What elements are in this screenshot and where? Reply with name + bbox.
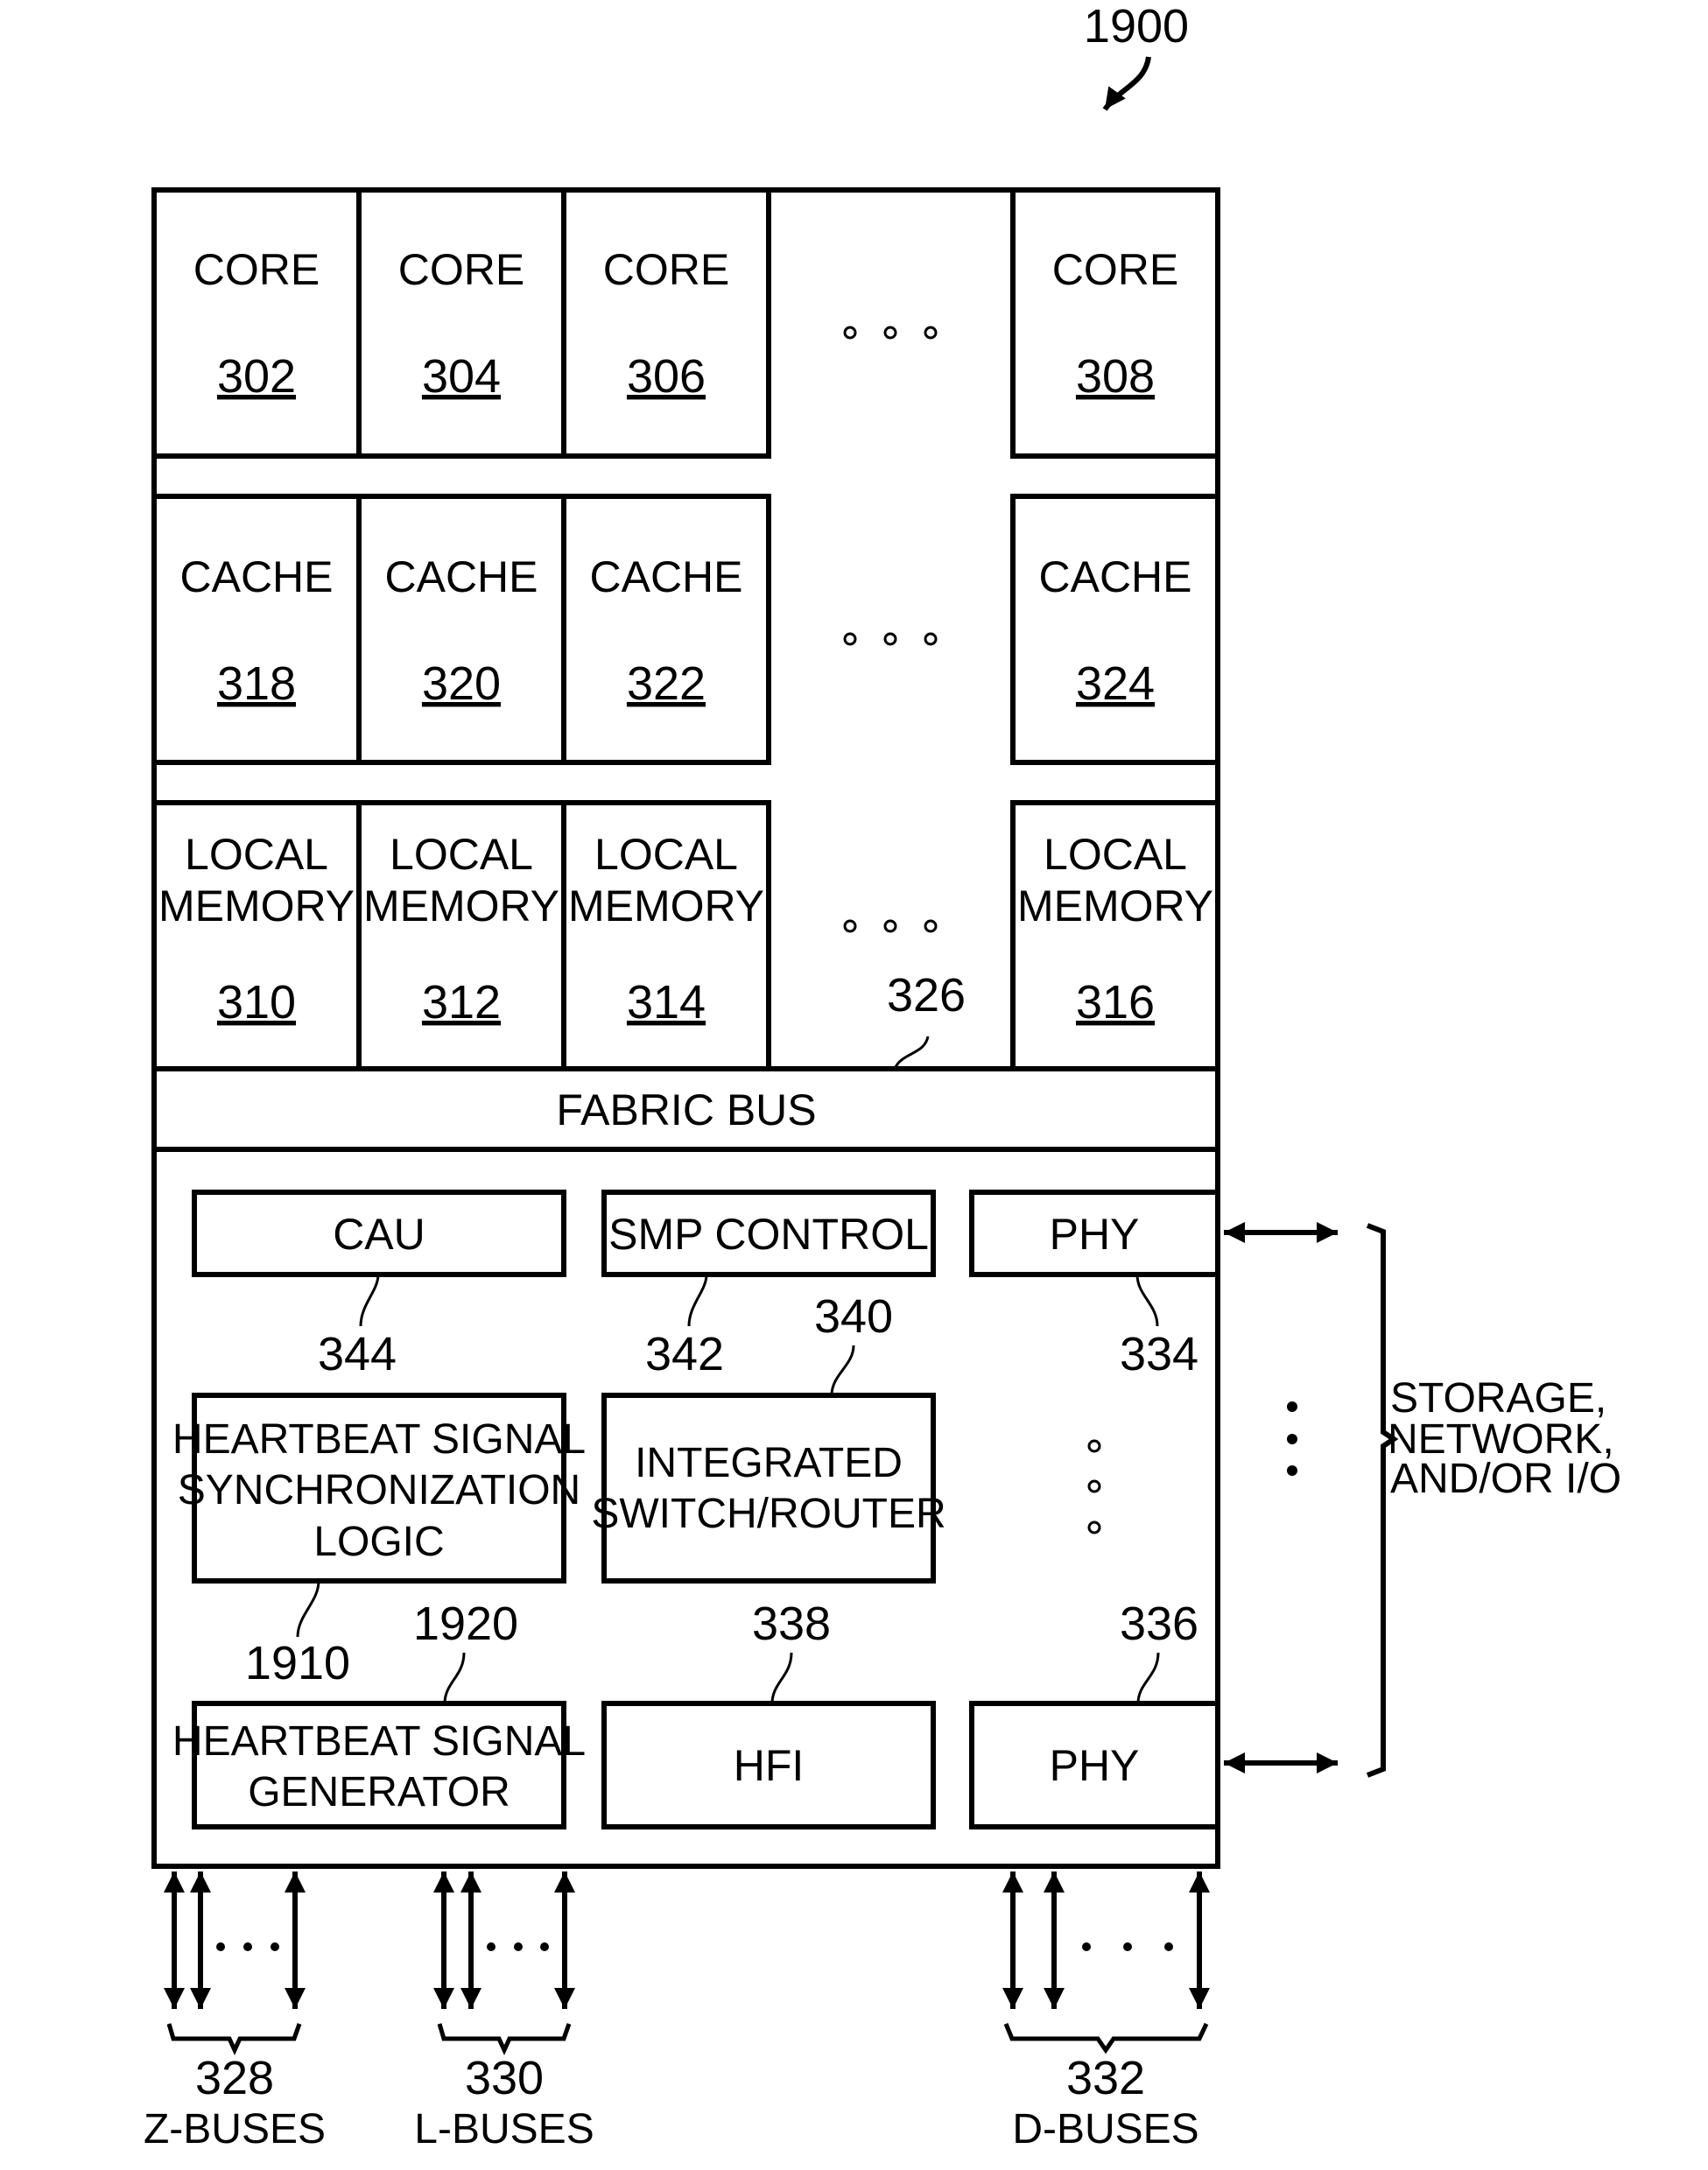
heartbeat-gen-ref: 1920 (413, 1598, 518, 1650)
l-bus-label: L-BUSES (414, 2106, 594, 2152)
core-302-label: CORE (193, 245, 320, 294)
memory-310-ref: 310 (217, 976, 296, 1029)
memory-312-line1: LOCAL (390, 830, 533, 879)
cache-318-label: CACHE (179, 552, 333, 601)
core-306-label: CORE (603, 245, 729, 294)
memory-310-line2: MEMORY (158, 881, 355, 931)
core-304-ref: 304 (422, 350, 501, 403)
heartbeat-sync-line2: SYNCHRONIZATION (178, 1467, 580, 1513)
heartbeat-gen-line1: HEARTBEAT SIGNAL (172, 1718, 586, 1765)
core-304 (356, 187, 566, 459)
z-bus-label: Z-BUSES (144, 2106, 326, 2152)
memory-316-line1: LOCAL (1044, 830, 1187, 879)
d-buses: 332 D-BUSES (1002, 1872, 1210, 2152)
core-306-ref: 306 (627, 350, 706, 403)
cache-322 (561, 494, 771, 765)
core-row: CORE 302 CORE 304 CORE 306 CORE 308 (151, 187, 1220, 459)
external-line3: AND/OR I/O (1390, 1456, 1621, 1502)
switch-line2: SWITCH/ROUTER (591, 1491, 945, 1537)
cache-318-ref: 318 (217, 657, 296, 710)
switch-router-box (601, 1393, 936, 1584)
cache-322-ref: 322 (627, 657, 706, 710)
bus-groups: 328 Z-BUSES 330 L-BUSES 332 D-BUSES (144, 1872, 1210, 2152)
figure-ref-arrow (1102, 56, 1151, 111)
external-line1: STORAGE, (1390, 1375, 1606, 1422)
memory-314-line2: MEMORY (568, 881, 764, 931)
core-304-label: CORE (398, 245, 524, 294)
core-308-label: CORE (1052, 245, 1178, 294)
cache-320-label: CACHE (384, 552, 538, 601)
fabric-bus-label: FABRIC BUS (556, 1085, 816, 1134)
cache-324-ref: 324 (1076, 657, 1155, 710)
heartbeat-sync-ref: 1910 (245, 1637, 350, 1689)
memory-314-line1: LOCAL (594, 830, 738, 879)
memory-314-ref: 314 (627, 976, 706, 1029)
cache-324 (1010, 494, 1220, 765)
core-308-ref: 308 (1076, 350, 1155, 403)
heartbeat-sync-line1: HEARTBEAT SIGNAL (172, 1416, 586, 1463)
cache-320-ref: 320 (422, 657, 501, 710)
hfi-ref: 338 (752, 1598, 831, 1650)
z-bus-brace (166, 2023, 302, 2055)
phy-top-ref: 334 (1120, 1328, 1198, 1380)
switch-line1: INTEGRATED (635, 1440, 903, 1486)
phy-bottom-ref: 336 (1120, 1598, 1198, 1650)
core-306 (561, 187, 771, 459)
vertical-dots-icon (1287, 1401, 1297, 1476)
memory-310-line1: LOCAL (185, 830, 328, 879)
cache-318 (151, 494, 362, 765)
heartbeat-sync-line3: LOGIC (313, 1519, 444, 1565)
hfi-label: HFI (734, 1741, 805, 1790)
cau-label: CAU (333, 1210, 425, 1259)
d-bus-ref: 332 (1066, 2052, 1145, 2104)
d-bus-brace (1003, 2022, 1209, 2054)
smp-control-ref: 342 (645, 1328, 724, 1380)
external-io: STORAGE, NETWORK, AND/OR I/O (1224, 1222, 1621, 1778)
d-bus-label: D-BUSES (1012, 2106, 1198, 2152)
z-buses: 328 Z-BUSES (144, 1872, 326, 2152)
figure-ref: 1900 (1084, 0, 1189, 53)
switch-ref: 340 (814, 1290, 893, 1343)
memory-316-line2: MEMORY (1017, 881, 1213, 931)
smp-control-label: SMP CONTROL (608, 1210, 929, 1259)
cache-322-label: CACHE (589, 552, 742, 601)
cache-324-label: CACHE (1038, 552, 1191, 601)
cache-row: CACHE 318 CACHE 320 CACHE 322 CACHE 324 (151, 494, 1220, 765)
core-302 (151, 187, 362, 459)
cache-320 (356, 494, 566, 765)
memory-316-ref: 316 (1076, 976, 1155, 1029)
fabric-bus-ref: 326 (887, 969, 966, 1022)
cau-ref: 344 (318, 1328, 397, 1380)
l-bus-ref: 330 (465, 2052, 544, 2104)
phy-bottom-label: PHY (1050, 1741, 1140, 1790)
phy-top-label: PHY (1050, 1210, 1140, 1259)
diagram-canvas: 1900 CORE 302 CORE 304 CORE 306 CORE 308… (144, 0, 1621, 2152)
z-bus-ref: 328 (195, 2052, 274, 2104)
memory-312-ref: 312 (422, 976, 501, 1029)
memory-312-line2: MEMORY (363, 881, 559, 931)
heartbeat-gen-line2: GENERATOR (248, 1769, 510, 1815)
core-308 (1010, 187, 1220, 459)
l-bus-brace (437, 2023, 572, 2055)
memory-row: LOCAL MEMORY 310 LOCAL MEMORY 312 LOCAL … (151, 800, 1220, 1071)
core-302-ref: 302 (217, 350, 296, 403)
l-buses: 330 L-BUSES (414, 1872, 594, 2152)
